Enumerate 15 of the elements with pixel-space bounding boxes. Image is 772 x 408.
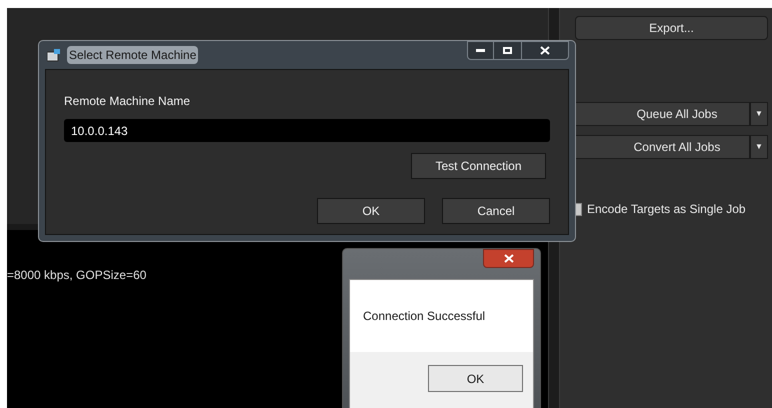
export-button[interactable]: Export... <box>575 16 768 40</box>
dialog-button[interactable]: Cancel <box>442 198 550 224</box>
field-label: Remote Machine Name <box>64 93 192 110</box>
window-icon <box>47 48 61 62</box>
checkbox-label: Encode Targets as Single Job <box>587 201 746 218</box>
log-line: =8000 kbps, GOPSize=60 <box>7 268 146 282</box>
dropdown-button[interactable]: ▼ <box>750 135 768 159</box>
machine-name-field[interactable]: 10.0.0.143 <box>64 119 550 142</box>
test-connection-button[interactable]: Test Connection <box>411 153 546 179</box>
message-text: Connection Successful <box>363 308 486 325</box>
window-title: Select Remote Machine <box>67 46 198 64</box>
dropdown-button[interactable]: ▼ <box>750 102 768 126</box>
dialog-button[interactable]: OK <box>317 198 425 224</box>
close-icon[interactable] <box>483 249 534 268</box>
ok-button[interactable]: OK <box>428 365 523 392</box>
